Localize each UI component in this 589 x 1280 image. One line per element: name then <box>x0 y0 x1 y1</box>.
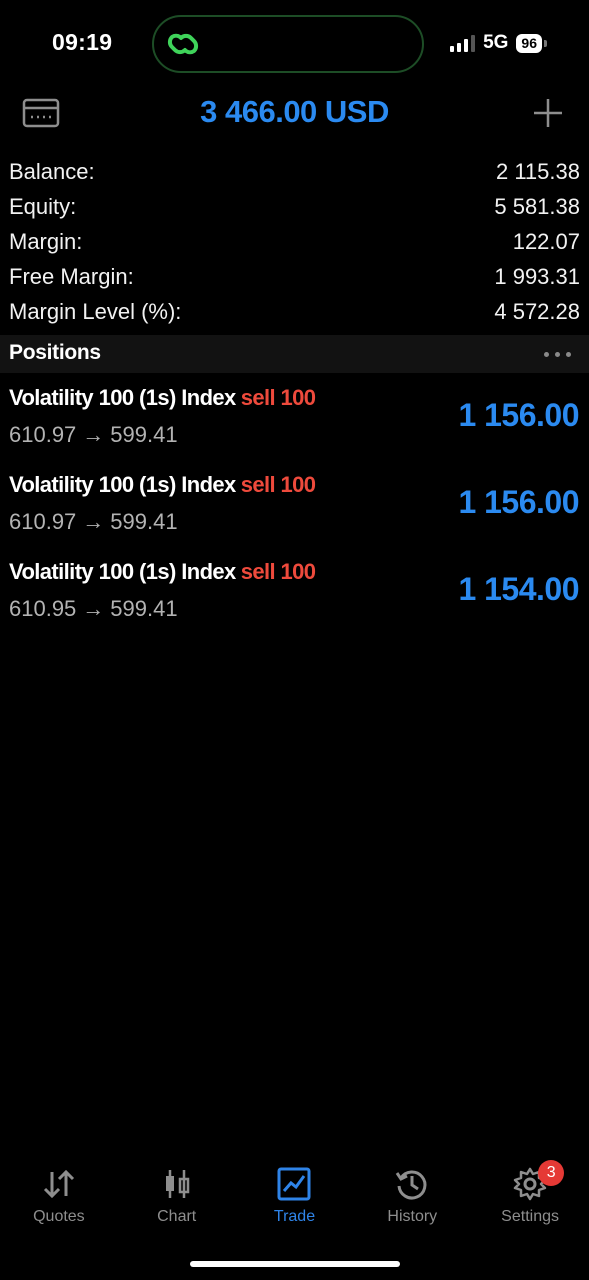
summary-label: Equity: <box>9 194 77 219</box>
summary-row-margin: Margin: 122.07 <box>9 224 580 259</box>
tab-label: Chart <box>157 1208 197 1225</box>
quotes-icon <box>43 1169 74 1199</box>
tab-label: Quotes <box>33 1208 85 1225</box>
position-open-price: 610.97 <box>9 422 77 447</box>
summary-row-balance: Balance: 2 115.38 <box>9 154 580 189</box>
position-current-price: 599.41 <box>110 509 178 534</box>
add-order-icon[interactable] <box>532 97 564 129</box>
summary-row-free-margin: Free Margin: 1 993.31 <box>9 259 580 294</box>
position-symbol: Volatility 100 (1s) Index <box>9 385 236 410</box>
position-symbol: Volatility 100 (1s) Index <box>9 472 236 497</box>
summary-label: Margin: <box>9 229 83 254</box>
trade-icon <box>277 1167 311 1201</box>
link-icon <box>167 33 199 55</box>
summary-row-equity: Equity: 5 581.38 <box>9 189 580 224</box>
tab-history[interactable]: History <box>353 1160 471 1230</box>
dynamic-island <box>152 15 424 73</box>
summary-value: 4 572.28 <box>494 299 580 324</box>
position-side: sell 100 <box>240 472 316 497</box>
tab-label: History <box>387 1208 438 1225</box>
summary-value: 2 115.38 <box>495 159 580 184</box>
status-time: 09:19 <box>52 29 113 55</box>
tab-label: Trade <box>273 1208 316 1225</box>
summary-label: Free Margin: <box>9 264 134 289</box>
notification-badge: 3 <box>538 1160 565 1186</box>
position-symbol: Volatility 100 (1s) Index <box>9 559 236 584</box>
summary-label: Balance: <box>9 159 95 184</box>
summary-value: 5 581.38 <box>494 194 580 219</box>
network-type: 5G <box>483 32 509 53</box>
position-side: sell 100 <box>240 559 316 584</box>
tab-bar: Quotes Chart Trade History Settings 3 <box>0 1160 589 1230</box>
summary-value: 1 993.31 <box>494 264 580 289</box>
tab-trade[interactable]: Trade <box>236 1160 354 1230</box>
arrow-right-icon: → <box>82 596 105 621</box>
position-profit: 1 156.00 <box>458 397 579 433</box>
more-options-icon[interactable] <box>544 352 571 357</box>
position-row[interactable]: Volatility 100 (1s) Index sell 100 610.97… <box>0 470 589 557</box>
position-profit: 1 154.00 <box>458 571 579 607</box>
tab-label: Settings <box>501 1208 559 1225</box>
summary-row-margin-level: Margin Level (%): 4 572.28 <box>9 294 580 329</box>
cellular-signal-icon <box>450 34 476 52</box>
positions-section-header: Positions <box>0 335 589 373</box>
arrow-right-icon: → <box>82 422 105 447</box>
position-side: sell 100 <box>240 385 316 410</box>
position-open-price: 610.97 <box>9 509 77 534</box>
battery-level: 96 <box>516 33 542 53</box>
account-profit-title: 3 466.00 USD <box>200 94 389 129</box>
position-current-price: 599.41 <box>110 596 178 621</box>
account-summary: Balance: 2 115.38 Equity: 5 581.38 Margi… <box>9 154 580 329</box>
position-row[interactable]: Volatility 100 (1s) Index sell 100 610.97… <box>0 383 589 470</box>
history-icon <box>396 1170 427 1200</box>
arrow-right-icon: → <box>82 509 105 534</box>
positions-list: Volatility 100 (1s) Index sell 100 610.97… <box>0 383 589 644</box>
position-row[interactable]: Volatility 100 (1s) Index sell 100 610.95… <box>0 557 589 644</box>
tab-quotes[interactable]: Quotes <box>0 1160 118 1230</box>
tab-chart[interactable]: Chart <box>118 1160 236 1230</box>
battery-icon: 96 <box>516 33 547 53</box>
positions-title: Positions <box>9 341 101 364</box>
summary-value: 122.07 <box>512 229 580 254</box>
tab-settings[interactable]: Settings 3 <box>471 1160 589 1230</box>
summary-label: Margin Level (%): <box>9 299 182 324</box>
position-open-price: 610.95 <box>9 596 77 621</box>
home-indicator[interactable] <box>190 1261 400 1267</box>
position-current-price: 599.41 <box>110 422 178 447</box>
position-profit: 1 156.00 <box>458 484 579 520</box>
status-indicators: 5G 96 <box>450 32 547 54</box>
chart-icon <box>165 1170 189 1198</box>
